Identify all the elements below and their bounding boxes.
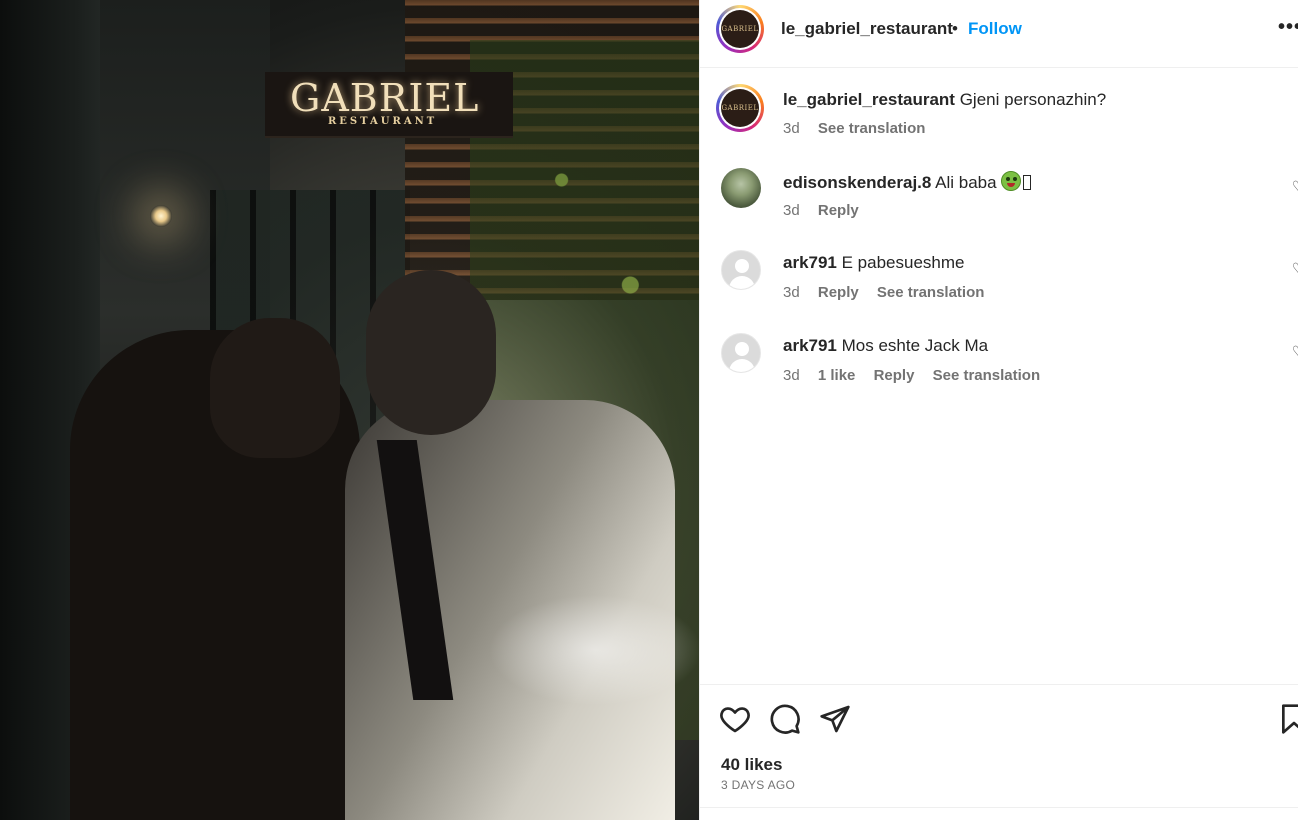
reply-button[interactable]: Reply — [818, 284, 859, 301]
see-translation-link[interactable]: See translation — [818, 120, 926, 137]
comment-like-heart-icon[interactable]: ♡ — [1292, 260, 1298, 277]
comment-age: 3d — [783, 202, 800, 219]
money-mouth-face-icon — [1001, 171, 1022, 191]
comment-likes-count[interactable]: 1 like — [818, 367, 856, 384]
separator-dot: • — [952, 19, 958, 38]
photo-wall-lamp — [150, 205, 172, 227]
bookmark-icon[interactable] — [1278, 703, 1298, 735]
comment-age: 3d — [783, 367, 800, 384]
author-avatar[interactable]: GABRIEL — [716, 5, 764, 53]
comment-like-heart-icon[interactable]: ♡ — [1292, 178, 1298, 195]
see-translation-link[interactable]: See translation — [877, 284, 985, 301]
post-image[interactable]: GABRIEL RESTAURANT — [0, 0, 699, 820]
comment-text: E pabesueshme — [841, 253, 965, 272]
comment-age: 3d — [783, 284, 800, 301]
restaurant-logo: GABRIEL — [721, 89, 759, 127]
follow-button[interactable]: Follow — [968, 19, 1022, 39]
comment-username[interactable]: ark791 — [783, 253, 837, 272]
post-actions: 40 likes 3 DAYS AGO — [700, 684, 1298, 808]
caption-username[interactable]: le_gabriel_restaurant — [783, 90, 955, 109]
likes-count[interactable]: 40 likes — [721, 755, 782, 775]
post-timestamp[interactable]: 3 DAYS AGO — [721, 778, 795, 792]
comment-username[interactable]: ark791 — [783, 336, 837, 355]
reply-button[interactable]: Reply — [818, 202, 859, 219]
comment-text: Mos eshte Jack Ma — [841, 336, 989, 355]
heart-icon[interactable] — [719, 703, 751, 735]
caption-age: 3d — [783, 120, 800, 137]
comment-text: Ali baba — [935, 173, 997, 192]
caption-text: Gjeni personazhin? — [959, 90, 1107, 109]
reply-button[interactable]: Reply — [874, 367, 915, 384]
photo-light-flare — [480, 590, 699, 710]
comment-username[interactable]: edisonskenderaj.8 — [783, 173, 931, 192]
avatar[interactable] — [721, 168, 761, 208]
post-details-panel: GABRIEL le_gabriel_restaurant • Follow •… — [699, 0, 1298, 820]
restaurant-logo: GABRIEL — [721, 10, 759, 48]
send-icon[interactable] — [819, 703, 851, 735]
comment-like-heart-icon[interactable]: ♡ — [1292, 343, 1298, 360]
unrendered-glyph-icon — [1023, 175, 1032, 190]
more-options-icon[interactable]: ••• — [1278, 16, 1298, 39]
see-translation-link[interactable]: See translation — [933, 367, 1041, 384]
restaurant-sign-title: GABRIEL — [290, 76, 480, 120]
caption-author-avatar[interactable]: GABRIEL — [716, 84, 764, 132]
restaurant-sign-subtitle: RESTAURANT — [328, 116, 438, 127]
default-avatar-icon[interactable] — [721, 333, 761, 373]
post-header: GABRIEL le_gabriel_restaurant • Follow •… — [700, 0, 1298, 68]
author-username[interactable]: le_gabriel_restaurant — [781, 19, 953, 39]
comment-icon[interactable] — [769, 703, 801, 735]
default-avatar-icon[interactable] — [721, 250, 761, 290]
